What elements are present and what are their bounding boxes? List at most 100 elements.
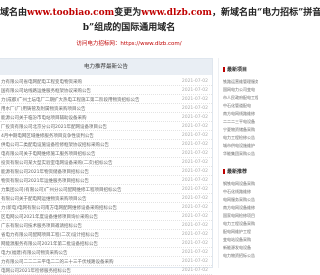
announcement-date: 2021-07-02 [181,259,208,264]
announcement-title[interactable]: 网能源服务有限公司2021年第二批设备招标公告 [1,241,179,247]
announcement-row[interactable]: 有限公司关于配电网运维物资采购项目公告 2021-07-02 [0,194,212,203]
announcement-row[interactable]: 力(新电)电网有限公司南方电网配网维修设备采购招标公告 2021-07-02 [0,203,212,212]
notice-prefix: 域名由 [0,8,28,18]
announcement-title[interactable]: 区电网公司2021年度设备维修项目询价采购公告 [1,214,179,220]
sidebar-heading: 最新项目 [223,66,258,74]
announcement-date: 2021-07-02 [181,106,208,111]
latest-recommend-item[interactable]: 国家电网检修项目 [223,212,258,220]
domain-change-notice-line2: b”组成的国际通用域名 [82,23,176,33]
latest-project-item[interactable]: 华能集团采购公告 [223,150,258,158]
announcement-row[interactable]: 力有限公司二二二三平电二二的三十三千伏线路设备采购 2021-07-02 [0,257,212,266]
heading-marker-icon [223,67,225,72]
announcement-title[interactable]: 力(新电)电网有限公司南方电网配网维修设备采购招标公告 [1,205,179,211]
announcement-title[interactable]: 物资有限公司2021年运维服务项目招标公告 [1,178,179,184]
latest-recommend-list: 钢铁电网设备采购 中石化线路维修 电网服务采购公告 南方电网设备维修 国家电网检修项目电… [223,180,258,260]
announcement-title[interactable]: 国有限公司站线路运维服务框架协议采购公告 [1,88,179,94]
announcement-row[interactable]: 国有限公司站线路运维服务框架协议采购公告 2021-07-02 [0,86,212,95]
announcement-date: 2021-07-02 [181,232,208,237]
notice-mid: 变更为 [114,8,142,18]
announcement-title[interactable]: 力(成都)广州土坛电厂二期扩大热电工程施工第二阶段用物资招标公告 [1,97,179,103]
latest-recommend-item[interactable]: 电力工程设备采购 [223,220,258,228]
announcement-date: 2021-07-02 [181,142,208,147]
announcement-title[interactable]: 能源有限公司2021年物资储备项目招标公告 [1,169,179,175]
latest-recommend-item[interactable]: 南方电网设备维修 [223,204,258,212]
latest-project-item[interactable]: 铁路运营维管理服务 [223,78,258,86]
announcement-date: 2021-07-02 [181,133,208,138]
announcement-title[interactable]: 厂投资有限公司北京分公司2021年配网设备项目公告 [1,124,179,130]
announcement-date: 2021-07-02 [181,88,208,93]
sidebar-heading-label: 最新项目 [227,67,248,73]
announcement-title[interactable]: 有限公司关于配电网运维物资采购项目公告 [1,196,179,202]
latest-recommend-item[interactable]: 变电站设备采购 [223,236,258,244]
announcement-title[interactable]: 广东有限公司技术服务项目邀请招标公告 [1,223,179,229]
visit-site-link[interactable]: 访问电力招标网：https://www.dlzb.com/ [0,39,258,47]
announcement-date: 2021-07-02 [181,268,208,273]
latest-recommend-item[interactable]: 电力物资招标公告 [223,252,258,260]
latest-project-item[interactable]: 市人民政府配电工程 [223,94,258,102]
announcement-row[interactable]: 供电公司二类配电设施设备检修框架协议招标采购公告 2021-07-02 [0,140,212,149]
announcement-row[interactable]: 厂投资有限公司北京分公司2021年配网设备项目公告 2021-07-02 [0,122,212,131]
announcement-date: 2021-07-02 [181,223,208,228]
announcement-row[interactable]: 区电网公司2021年度设备维修项目询价采购公告 2021-07-02 [0,212,212,221]
notice-suffix: ，新域名由“电力招标”拼音的 [211,8,320,18]
latest-project-item[interactable]: 城市供电设施维护 [223,142,258,150]
latest-project-item[interactable]: 中石化管道配电 [223,102,258,110]
latest-project-item[interactable]: 二二二三平电设备 [223,118,258,126]
latest-recommend-item[interactable]: 钢铁电网设备采购 [223,180,258,188]
announcement-row[interactable]: 物资有限公司2021年运维服务项目招标公告 2021-07-02 [0,176,212,185]
announcement-title[interactable]: 电力(福建)有限公司物资采购公告 [1,250,179,256]
announcement-title[interactable]: 投资有限公司某大型实验室电网设备采购(二次)招标公告 [1,160,179,166]
announcement-date: 2021-07-02 [181,178,208,183]
latest-recommend-item[interactable]: 新能源发电设备 [223,244,258,252]
announcement-date: 2021-07-02 [181,160,208,165]
announcement-row[interactable]: 网能源服务有限公司2021年第二批设备招标公告 2021-07-02 [0,239,212,248]
latest-project-item[interactable]: 电力工程检修公告 [223,134,258,142]
announcement-title[interactable]: 供电公司二类配电设施设备检修框架协议招标采购公告 [1,142,179,148]
announcement-row[interactable]: 广东有限公司技术服务项目邀请招标公告 2021-07-02 [0,221,212,230]
announcement-row[interactable]: 力有限公司省电网配电工程变电物资采购 2021-07-02 [0,77,212,86]
latest-recommend-item[interactable]: 电网服务采购公告 [223,196,258,204]
announcement-row[interactable]: 投资有限公司某大型实验室电网设备采购(二次)招标公告 2021-07-02 [0,158,212,167]
announcement-row[interactable]: 电网公司2021年检修服务招标公告 2021-07-02 [0,266,212,275]
latest-project-item[interactable]: 国网电力公司变电 [223,86,258,94]
announcement-title[interactable]: 省电力有限公司配网项目工程(二次)设计招标公告 [1,232,179,238]
announcement-date: 2021-07-02 [181,79,208,84]
latest-project-item[interactable]: 南方电网线路维修 [223,110,258,118]
announcement-title[interactable]: 4月中期电网区域维修服务项目竞争性谈判公告 [1,133,179,139]
sidebar-heading-label: 最新推荐 [227,169,248,175]
announcement-date: 2021-07-02 [181,214,208,219]
latest-project-item[interactable]: 宁夏物资储备采购 [223,126,258,134]
announcement-row[interactable]: 省电力有限公司配网项目工程(二次)设计招标公告 2021-07-02 [0,230,212,239]
announcement-row[interactable]: 用水厂(厂)用铸管及附属物资采购项目公告 2021-07-02 [0,104,212,113]
latest-projects-list: 铁路运营维管理服务 国网电力公司变电 市人民政府配电工程 中石化管道配电 南方电网线路维… [223,78,258,158]
announcement-date: 2021-07-02 [181,151,208,156]
heading-marker-icon [223,169,225,174]
announcement-row[interactable]: 电有限公司关于电网维修施工服务项目招标公告 2021-07-02 [0,149,212,158]
announcement-title[interactable]: 用水厂(厂)用铸管及附属物资采购项目公告 [1,106,179,112]
announcement-title[interactable]: 电有限公司关于电网维修施工服务项目招标公告 [1,151,179,157]
announcement-title[interactable]: 力集团公司(有限公司)广州分公司配网维修工程项目招标公告 [1,187,179,193]
announcement-row[interactable]: 能源有限公司2021年物资储备项目招标公告 2021-07-02 [0,167,212,176]
announcement-title[interactable]: 力有限公司二二二三平电二二的三十三千伏线路设备采购 [1,259,179,265]
announcement-date: 2021-07-02 [181,97,208,102]
announcement-row[interactable]: 力集团公司(有限公司)广州分公司配网维修工程项目招标公告 2021-07-02 [0,185,212,194]
announcement-row[interactable]: 电力(福建)有限公司物资采购公告 2021-07-02 [0,248,212,257]
announcement-date: 2021-07-02 [181,187,208,192]
new-domain: www.dlzb.com [141,8,212,18]
latest-recommend-item[interactable]: 中石化线路维修 [223,188,258,196]
announcement-title[interactable]: 力有限公司省电网配电工程变电物资采购 [1,79,179,85]
sidebar-latest-recommend: 最新推荐 钢铁电网设备采购 中石化线路维修 电网服务采购公告 南方电网设备维修 国家电网… [221,164,258,268]
panel-title: 电力推荐最新公告 [0,59,212,75]
announcement-date: 2021-07-02 [181,196,208,201]
announcement-date: 2021-07-02 [181,124,208,129]
announcement-row[interactable]: 力(成都)广州土坛电厂二期扩大热电工程施工第二阶段用物资招标公告 2021-07-… [0,95,212,104]
announcement-date: 2021-07-02 [181,115,208,120]
announcement-title[interactable]: 电网公司2021年检修服务招标公告 [1,268,179,274]
announcement-row[interactable]: 能源公司关于临汾市电站项目辅助设备采购 2021-07-02 [0,113,212,122]
announcement-list: 力有限公司省电网配电工程变电物资采购 2021-07-02 国有限公司站线路运维服务… [0,77,212,275]
announcement-date: 2021-07-02 [181,205,208,210]
announcement-row[interactable]: 4月中期电网区域维修服务项目竞争性谈判公告 2021-07-02 [0,131,212,140]
announcement-title[interactable]: 能源公司关于临汾市电站项目辅助设备采购 [1,115,179,121]
latest-recommend-item[interactable]: 配电网维护工程 [223,228,258,236]
sidebar-heading: 最新推荐 [223,168,258,176]
